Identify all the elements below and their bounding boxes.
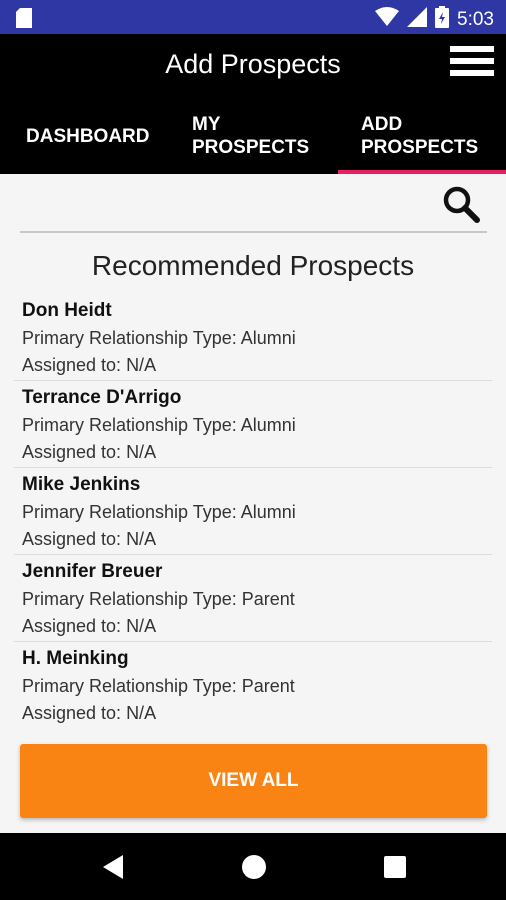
prospect-relationship: Primary Relationship Type: Alumni [22,415,296,435]
prospect-list: Don Heidt Primary Relationship Type: Alu… [14,296,492,731]
list-item[interactable]: Jennifer Breuer Primary Relationship Typ… [14,557,492,642]
list-item[interactable]: Terrance D'Arrigo Primary Relationship T… [14,383,492,468]
list-item[interactable]: Mike Jenkins Primary Relationship Type: … [14,470,492,555]
tab-add-prospects[interactable]: ADD PROSPECTS [338,98,506,174]
prospect-assigned: Assigned to: N/A [22,529,157,549]
prospect-name: Terrance D'Arrigo [22,387,182,408]
prospect-relationship: Primary Relationship Type: Alumni [22,328,296,348]
tab-bar: DASHBOARD MY PROSPECTS ADD PROSPECTS [0,98,506,174]
prospect-relationship: Primary Relationship Type: Parent [22,589,295,609]
battery-icon [435,6,450,33]
navigation-bar [0,833,506,900]
active-tab-indicator [338,170,506,174]
prospect-assigned: Assigned to: N/A [22,355,157,375]
section-title: Recommended Prospects [91,250,415,281]
signal-icon [407,7,428,32]
prospect-assigned: Assigned to: N/A [22,703,157,723]
prospect-name: Jennifer Breuer [22,561,163,582]
tab-dashboard[interactable]: DASHBOARD [26,98,150,174]
prospect-assigned: Assigned to: N/A [22,616,157,636]
app-bar: Add Prospects [0,34,506,98]
prospect-name: H. Meinking [22,648,129,669]
prospect-name: Don Heidt [22,300,112,321]
list-item[interactable]: Don Heidt Primary Relationship Type: Alu… [14,296,492,381]
status-bar: 5:03 [0,0,506,34]
tab-label: MY PROSPECTS [192,114,310,158]
prospect-name: Mike Jenkins [22,474,141,495]
tab-my-prospects[interactable]: MY PROSPECTS [192,98,310,174]
tab-label: ADD PROSPECTS [361,114,479,158]
status-time: 5:03 [457,8,494,30]
search-divider [20,231,487,233]
view-all-button[interactable]: VIEW ALL [20,744,487,818]
home-icon[interactable] [240,853,268,881]
list-item[interactable]: H. Meinking Primary Relationship Type: P… [14,644,492,729]
hamburger-menu-icon[interactable] [450,46,494,84]
wifi-icon [375,7,400,32]
sd-card-icon [16,8,32,33]
prospect-assigned: Assigned to: N/A [22,442,157,462]
page-title: Add Prospects [165,49,341,79]
recents-icon[interactable] [381,853,409,881]
prospect-relationship: Primary Relationship Type: Alumni [22,502,296,522]
search-icon[interactable] [442,185,482,223]
back-icon[interactable] [99,853,127,881]
prospect-relationship: Primary Relationship Type: Parent [22,676,295,696]
